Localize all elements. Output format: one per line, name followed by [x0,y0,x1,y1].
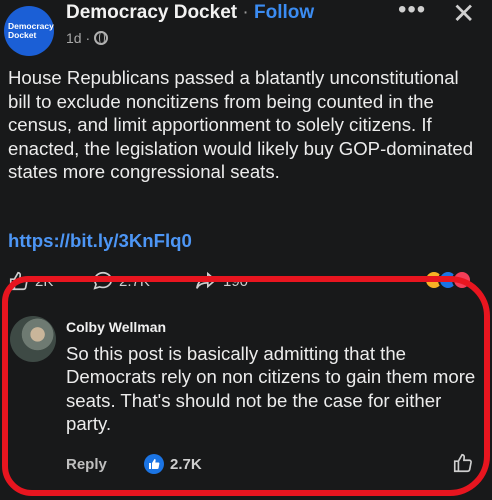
follow-button[interactable]: Follow [254,2,314,23]
comment-count: 2.7K [119,272,150,290]
commenter-avatar[interactable] [10,316,56,362]
thumbs-up-icon [9,271,28,291]
post-link[interactable]: https://bit.ly/3KnFlq0 [8,230,192,252]
comment-like-number: 2.7K [170,455,202,473]
logo-text-line2: Docket [8,30,37,40]
comment-button[interactable]: 2.7K [92,270,150,292]
share-arrow-icon [196,271,217,289]
comment-like-button[interactable] [452,452,474,479]
thumbs-up-outline-icon [453,453,472,473]
share-count: 190 [223,272,249,290]
post-stats-bar: 2K 2.7K 190 [8,270,488,292]
separator-dot: · [242,2,249,23]
facebook-post-view: Democracy Docket Democracy Docket · Foll… [0,0,492,500]
comment-like-count[interactable]: 2.7K [144,454,202,474]
post-text: House Republicans passed a blatantly unc… [8,67,474,183]
like-badge-icon [144,454,164,474]
comment-text: So this post is basically admitting that… [66,343,476,435]
comment-bubble-icon [93,271,113,290]
comment-author[interactable]: Colby Wellman [66,319,166,335]
page-name-link[interactable]: Democracy Docket [66,2,237,23]
like-button[interactable]: 2K [8,270,53,292]
page-name-row: Democracy Docket · Follow [66,2,314,24]
post-meta: 1d · [66,30,109,46]
globe-icon [94,31,109,45]
page-logo-avatar[interactable]: Democracy Docket [4,6,54,56]
more-options-button[interactable]: ••• [398,0,426,22]
like-count: 2K [35,272,54,290]
reply-button[interactable]: Reply [66,456,107,473]
love-emoji-icon [452,270,472,290]
share-button[interactable]: 190 [194,270,248,292]
reaction-emojis[interactable] [424,270,472,290]
close-button[interactable]: ✕ [452,0,475,28]
post-timestamp[interactable]: 1d · [66,30,90,46]
